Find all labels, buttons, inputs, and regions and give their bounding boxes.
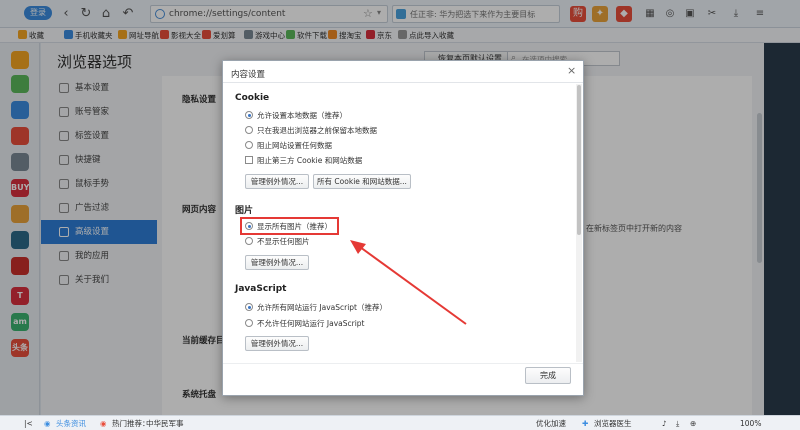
js-allow-all-radio[interactable]: 允许所有网站运行 JavaScript（推荐）	[245, 303, 387, 313]
dialog-scrollbar-thumb[interactable]	[577, 85, 581, 235]
done-button[interactable]: 完成	[525, 367, 571, 384]
hot-icon: ◉	[100, 419, 107, 428]
hot-label: 热门推荐：	[112, 419, 150, 428]
radio-icon	[245, 126, 253, 134]
js-block-all-radio[interactable]: 不允许任何网站运行 JavaScript	[245, 319, 364, 329]
zoom-level[interactable]: 100%	[740, 418, 761, 429]
cookie-keep-until-exit-radio[interactable]: 只在我退出浏览器之前保留本地数据	[245, 126, 377, 136]
option-label: 不允许任何网站运行 JavaScript	[257, 319, 365, 328]
option-label: 允许设置本地数据（推荐）	[257, 111, 347, 120]
news-feed-link[interactable]: 头条资讯	[56, 418, 86, 429]
cookie-block-all-radio[interactable]: 阻止网站设置任何数据	[245, 141, 332, 151]
sidebar-toggle-icon[interactable]: |<	[24, 418, 33, 429]
javascript-section-title: JavaScript	[235, 284, 287, 294]
cookie-block-third-party-checkbox[interactable]: 阻止第三方 Cookie 和网站数据	[245, 156, 362, 166]
radio-selected-icon	[245, 111, 253, 119]
hot-item-link[interactable]: 中华民军事	[146, 418, 184, 429]
radio-icon	[245, 237, 253, 245]
news-icon: ◉	[44, 419, 51, 428]
doctor-icon: ✚	[582, 419, 589, 428]
speed-up-button[interactable]: 优化加速	[536, 418, 566, 429]
zoom-icon[interactable]: ⊕	[690, 418, 696, 429]
option-label: 阻止网站设置任何数据	[257, 141, 332, 150]
option-label: 不显示任何图片	[257, 237, 310, 246]
option-label: 只在我退出浏览器之前保留本地数据	[257, 126, 377, 135]
close-icon[interactable]: ×	[567, 64, 576, 77]
images-section-title: 图片	[235, 206, 254, 216]
images-show-none-radio[interactable]: 不显示任何图片	[245, 237, 310, 247]
all-cookies-button[interactable]: 所有 Cookie 和网站数据...	[313, 174, 411, 189]
dialog-footer-divider	[223, 363, 583, 364]
annotation-highlight-box	[240, 217, 339, 235]
download-status-icon[interactable]: ⤓	[676, 418, 679, 429]
dialog-title: 内容设置	[231, 70, 266, 80]
browser-doctor-button[interactable]: 浏览器医生	[594, 418, 632, 429]
cookie-allow-local-radio[interactable]: 允许设置本地数据（推荐）	[245, 111, 347, 121]
cookie-section-title: Cookie	[235, 93, 270, 103]
checkbox-icon	[245, 156, 253, 164]
cookie-manage-exceptions-button[interactable]: 管理例外情况...	[245, 174, 309, 189]
sound-icon[interactable]: ♪	[662, 418, 667, 429]
radio-icon	[245, 141, 253, 149]
option-label: 允许所有网站运行 JavaScript（推荐）	[257, 303, 387, 312]
radio-icon	[245, 319, 253, 327]
option-label: 阻止第三方 Cookie 和网站数据	[257, 156, 363, 165]
status-bar: |< ◉ 头条资讯 ◉ 热门推荐： 中华民军事 优化加速 ✚ 浏览器医生 ♪ ⤓…	[0, 415, 800, 430]
js-manage-exceptions-button[interactable]: 管理例外情况...	[245, 336, 309, 351]
radio-selected-icon	[245, 303, 253, 311]
images-manage-exceptions-button[interactable]: 管理例外情况...	[245, 255, 309, 270]
